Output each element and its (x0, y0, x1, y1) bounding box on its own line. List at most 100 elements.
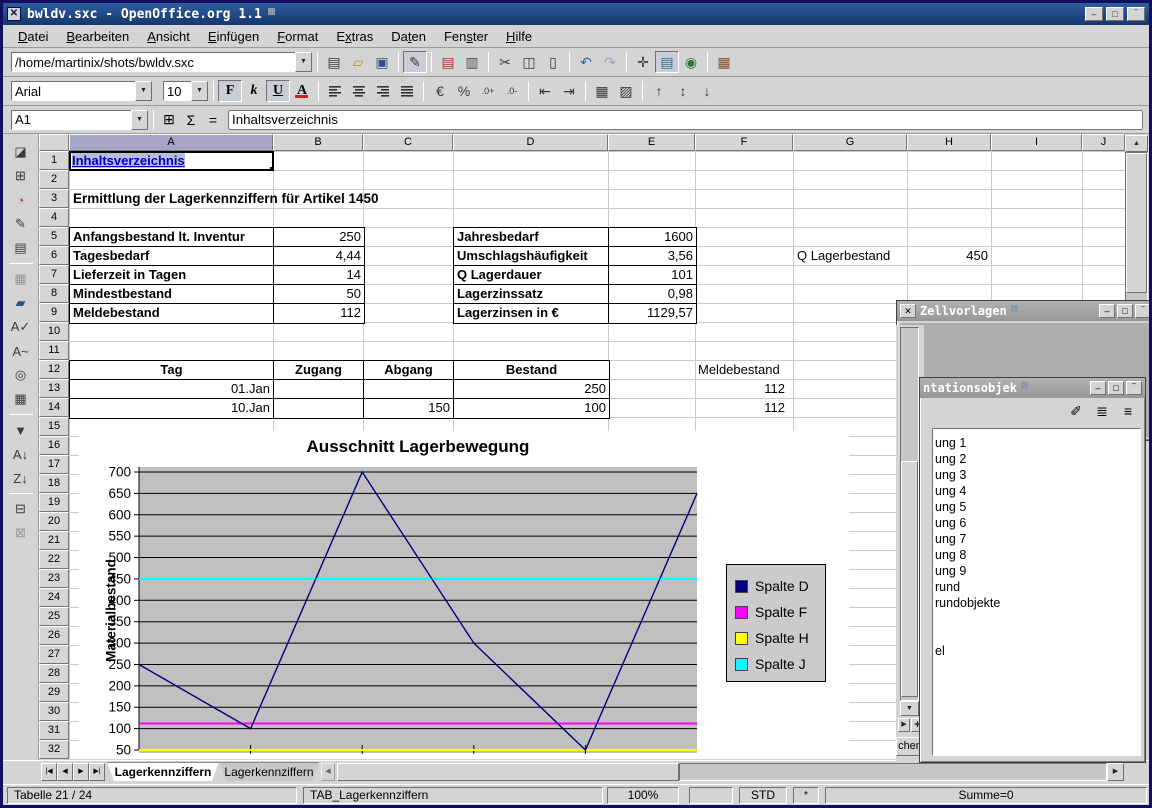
minimize-icon[interactable]: – (1090, 381, 1106, 395)
gallery-icon[interactable]: ▦ (712, 51, 736, 73)
row-header-16[interactable]: 16 (39, 436, 69, 455)
style-list-item[interactable]: ung 7 (935, 531, 966, 547)
shade-icon[interactable]: ‾ (1135, 304, 1151, 318)
table-cell[interactable]: 01.Jan (70, 380, 274, 399)
table-cell[interactable]: 0,98 (609, 285, 696, 304)
style-list-item[interactable]: rund (935, 579, 960, 595)
vertical-scrollbar-thumb[interactable] (1126, 153, 1147, 293)
insert-cells-icon[interactable]: ⊞ (8, 164, 34, 188)
sheet-tab-active[interactable]: Lagerkennziffern (107, 762, 219, 781)
menu-datei[interactable]: Datei (9, 25, 57, 48)
table-cell[interactable]: 250 (454, 380, 609, 399)
table-cell[interactable]: 10.Jan (70, 399, 274, 418)
url-input[interactable] (11, 52, 295, 72)
last-sheet-icon[interactable]: ▶| (89, 763, 105, 781)
sort-ascending-icon[interactable]: A↓ (8, 442, 34, 466)
cell-meldebestand-value[interactable]: 112 (695, 398, 789, 417)
paste-icon[interactable]: ▯ (541, 51, 565, 73)
horizontal-scrollbar-track[interactable] (679, 763, 1107, 781)
table-cell[interactable]: Meldebestand (70, 304, 274, 323)
row-header-4[interactable]: 4 (39, 208, 69, 227)
row-header-18[interactable]: 18 (39, 474, 69, 493)
table-cell[interactable]: 150 (364, 399, 454, 418)
menu-bearbeiten[interactable]: Bearbeiten (57, 25, 138, 48)
next-sheet-icon[interactable]: ▶ (73, 763, 89, 781)
align-top-icon[interactable]: ↑ (647, 80, 671, 102)
column-header-G[interactable]: G (793, 134, 907, 151)
style-list-item[interactable]: el (935, 643, 945, 659)
table-cell[interactable] (274, 399, 364, 418)
autofilter-icon[interactable]: ▼ (8, 418, 34, 442)
align-left-icon[interactable] (323, 80, 347, 102)
insert-icon[interactable]: ◪ (8, 140, 34, 164)
cell-q-lagerbestand-label[interactable]: Q Lagerbestand (797, 246, 905, 265)
maximize-icon[interactable]: □ (1108, 381, 1124, 395)
group-icon[interactable]: ⊟ (8, 497, 34, 521)
table-cell[interactable] (274, 380, 364, 399)
row-header-6[interactable]: 6 (39, 246, 69, 265)
table-cell[interactable]: Mindestbestand (70, 285, 274, 304)
title-bar[interactable]: ✕ bwldv.sxc - OpenOffice.org 1.1 – □ ‾ (3, 3, 1149, 25)
fill-format-mode-icon[interactable]: ✐ (1065, 401, 1087, 421)
underline-button[interactable]: U (266, 80, 290, 102)
stylist-window[interactable]: ntationsobjek–□‾✐≣≡ung 1ung 2ung 3ung 4u… (919, 377, 1146, 763)
column-header-C[interactable]: C (363, 134, 453, 151)
tab-scroll-left-icon[interactable]: ◀ (321, 763, 335, 781)
menu-format[interactable]: Format (268, 25, 327, 48)
table-cell[interactable]: 1600 (609, 228, 696, 247)
column-header-B[interactable]: B (273, 134, 363, 151)
app-icon[interactable]: ✕ (7, 7, 21, 21)
table-cell[interactable]: Jahresbedarf (454, 228, 609, 247)
add-decimal-icon[interactable]: .0+ (476, 80, 500, 102)
row-header-20[interactable]: 20 (39, 512, 69, 531)
table-cell[interactable]: 50 (274, 285, 364, 304)
minimize-icon[interactable]: – (1085, 7, 1103, 21)
table-cell[interactable]: 250 (274, 228, 364, 247)
print-icon[interactable]: ▥ (460, 51, 484, 73)
menu-extras[interactable]: Extras (327, 25, 382, 48)
cell-q-lagerbestand-value[interactable]: 450 (907, 246, 988, 265)
table-cell[interactable]: Tag (70, 361, 274, 380)
row-header-32[interactable]: 32 (39, 740, 69, 759)
chart-legend[interactable]: Spalte DSpalte FSpalte HSpalte J (726, 564, 826, 682)
row-header-3[interactable]: 3 (39, 189, 69, 208)
maximize-icon[interactable]: □ (1117, 304, 1133, 318)
cell-meldebestand-value[interactable]: 112 (695, 379, 789, 398)
first-sheet-icon[interactable]: |◀ (41, 763, 57, 781)
style-list-item[interactable]: ung 8 (935, 547, 966, 563)
table-cell[interactable]: Zugang (274, 361, 364, 380)
row-header-26[interactable]: 26 (39, 626, 69, 645)
table-cell[interactable]: 101 (609, 266, 696, 285)
export-pdf-icon[interactable]: ▤ (436, 51, 460, 73)
shade-icon[interactable]: ‾ (1127, 7, 1145, 21)
ungroup-icon[interactable]: ⊠ (8, 521, 34, 545)
table-cell[interactable]: Q Lagerdauer (454, 266, 609, 285)
column-header-F[interactable]: F (695, 134, 793, 151)
spellcheck-icon[interactable]: A✓ (8, 315, 34, 339)
increase-indent-icon[interactable]: ⇥ (557, 80, 581, 102)
grid-corner-box[interactable] (39, 134, 69, 151)
align-bottom-icon[interactable]: ↓ (695, 80, 719, 102)
menu-daten[interactable]: Daten (382, 25, 435, 48)
table-cell[interactable]: Lagerzinsen in € (454, 304, 609, 323)
styles-icon[interactable]: ▰ (8, 291, 34, 315)
percent-icon[interactable]: % (452, 80, 476, 102)
row-header-15[interactable]: 15 (39, 417, 69, 436)
redo-icon[interactable]: ↷ (598, 51, 622, 73)
column-header-D[interactable]: D (453, 134, 608, 151)
row-header-17[interactable]: 17 (39, 455, 69, 474)
style-list-item[interactable]: ung 4 (935, 483, 966, 499)
url-dropdown-icon[interactable]: ▼ (295, 52, 312, 72)
style-list[interactable]: ung 1ung 2ung 3ung 4ung 5ung 6ung 7ung 8… (932, 428, 1141, 756)
decrease-indent-icon[interactable]: ⇤ (533, 80, 557, 102)
style-list-item[interactable]: ung 2 (935, 451, 966, 467)
table-cell[interactable]: Anfangsbestand lt. Inventur (70, 228, 274, 247)
table-cell[interactable]: 3,56 (609, 247, 696, 266)
align-justify-icon[interactable] (395, 80, 419, 102)
shade-icon[interactable]: ‾ (1126, 381, 1142, 395)
chart[interactable]: Ausschnitt LagerbewegungMaterialbestand5… (79, 431, 849, 759)
row-header-25[interactable]: 25 (39, 607, 69, 626)
menu-ansicht[interactable]: Ansicht (138, 25, 199, 48)
draw-functions-icon[interactable]: ✎ (8, 212, 34, 236)
autospellcheck-icon[interactable]: A~ (8, 339, 34, 363)
